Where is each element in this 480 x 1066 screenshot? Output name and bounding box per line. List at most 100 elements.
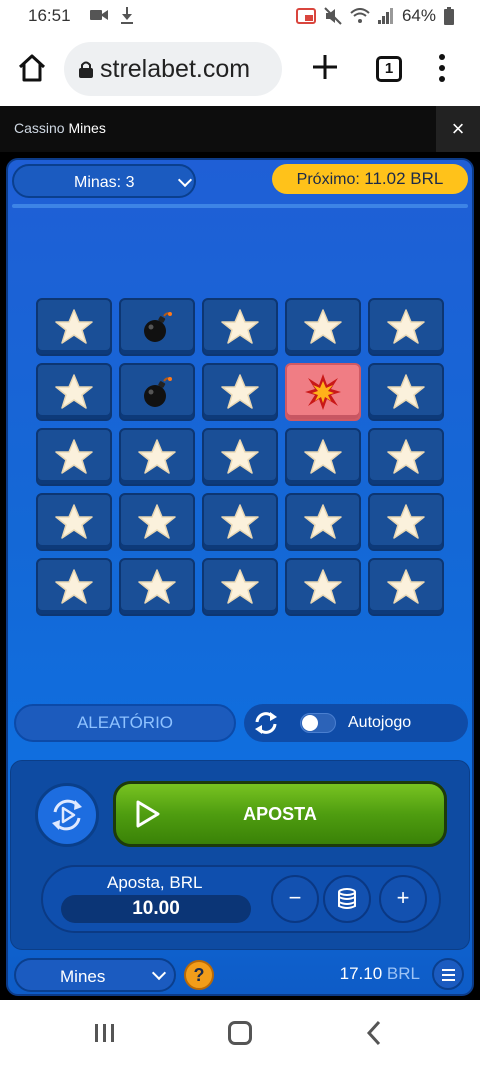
- mine-tile-star[interactable]: [368, 363, 444, 421]
- star-icon: [387, 374, 425, 409]
- mine-tile-star[interactable]: [368, 493, 444, 551]
- overflow-menu-icon[interactable]: [432, 52, 452, 84]
- game-menu-button[interactable]: [432, 958, 464, 990]
- game-select[interactable]: Mines: [14, 958, 176, 992]
- url-bar[interactable]: strelabet.com: [64, 42, 282, 96]
- stake-input[interactable]: 10.00: [61, 895, 251, 923]
- download-icon: [121, 7, 133, 24]
- android-nav-bar: [0, 1000, 480, 1066]
- bet-panel: APOSTA Aposta, BRL 10.00 − +: [10, 760, 470, 950]
- star-icon: [304, 504, 342, 539]
- star-icon: [55, 374, 93, 409]
- next-payout-badge: Próximo: 11.02 BRL: [272, 164, 468, 194]
- cast-icon: [295, 8, 316, 24]
- breadcrumb-section[interactable]: Cassino: [14, 120, 65, 136]
- close-button[interactable]: ×: [436, 106, 480, 152]
- autoplay-control: Autojogo: [244, 704, 468, 742]
- mine-tile-star[interactable]: [202, 298, 278, 356]
- status-left-icons: [90, 7, 134, 25]
- bet-button[interactable]: APOSTA: [113, 781, 447, 847]
- mine-tile-bomb[interactable]: [119, 298, 195, 356]
- star-icon: [55, 569, 93, 604]
- star-icon: [55, 504, 93, 539]
- play-icon: [136, 800, 160, 828]
- star-icon: [387, 504, 425, 539]
- mine-tile-star[interactable]: [119, 493, 195, 551]
- star-icon: [138, 439, 176, 474]
- browser-toolbar: strelabet.com 1: [0, 34, 480, 106]
- stake-control: Aposta, BRL 10.00 − +: [41, 865, 441, 933]
- mine-tile-star[interactable]: [36, 493, 112, 551]
- balance: 17.10 BRL: [340, 964, 420, 984]
- star-icon: [138, 504, 176, 539]
- coins-icon: [338, 888, 356, 909]
- mine-tile-star[interactable]: [36, 558, 112, 616]
- increase-stake-button[interactable]: +: [379, 875, 427, 923]
- star-icon: [387, 439, 425, 474]
- battery-icon: [444, 7, 454, 25]
- lock-icon: [79, 61, 93, 78]
- recents-icon[interactable]: [94, 1022, 116, 1044]
- repeat-bet-button[interactable]: [35, 783, 99, 847]
- mine-tile-star[interactable]: [202, 493, 278, 551]
- status-bar: 16:51 64%: [0, 0, 480, 34]
- explosion-icon: [305, 374, 341, 410]
- url-text: strelabet.com: [100, 55, 251, 83]
- mines-game: Minas: 3 Próximo: 11.02 BRL ALEATÓRIO Au…: [6, 158, 474, 996]
- balance-currency: BRL: [386, 964, 420, 983]
- mine-tile-star[interactable]: [119, 558, 195, 616]
- mines-count-label: Minas: 3: [74, 174, 135, 191]
- star-icon: [387, 309, 425, 344]
- mine-tile-star[interactable]: [36, 363, 112, 421]
- breadcrumb-game: Mines: [68, 120, 106, 136]
- bet-button-label: APOSTA: [243, 804, 317, 824]
- mines-count-select[interactable]: Minas: 3: [12, 164, 196, 198]
- new-tab-icon[interactable]: [308, 50, 342, 84]
- signal-icon: [377, 8, 393, 24]
- menu-line: [442, 979, 455, 981]
- star-icon: [221, 374, 259, 409]
- status-right: 64%: [295, 6, 454, 26]
- mines-grid: [36, 298, 446, 616]
- mine-tile-star[interactable]: [36, 298, 112, 356]
- mine-tile-explosion[interactable]: [285, 363, 361, 421]
- help-button[interactable]: ?: [184, 960, 214, 990]
- mine-tile-star[interactable]: [285, 298, 361, 356]
- next-payout-label: Próximo:: [296, 171, 360, 188]
- nav-home-icon[interactable]: [228, 1021, 252, 1045]
- wifi-icon: [350, 8, 370, 23]
- star-icon: [138, 569, 176, 604]
- tab-switcher-button[interactable]: 1: [376, 56, 402, 82]
- menu-line: [442, 969, 455, 971]
- mine-tile-star[interactable]: [285, 558, 361, 616]
- star-icon: [55, 439, 93, 474]
- mine-tile-star[interactable]: [368, 428, 444, 486]
- autoplay-toggle[interactable]: [300, 713, 336, 733]
- coins-preset-button[interactable]: [323, 875, 371, 923]
- divider: [12, 204, 468, 208]
- refresh-icon[interactable]: [252, 709, 280, 737]
- mine-tile-star[interactable]: [368, 558, 444, 616]
- breadcrumb: Cassino Mines: [14, 120, 106, 136]
- mine-tile-star[interactable]: [119, 428, 195, 486]
- star-icon: [221, 439, 259, 474]
- toggle-knob: [302, 715, 318, 731]
- home-icon[interactable]: [16, 52, 48, 84]
- mine-tile-star[interactable]: [202, 428, 278, 486]
- chevron-down-icon: [151, 965, 167, 981]
- star-icon: [387, 569, 425, 604]
- stake-label: Aposta, BRL: [107, 873, 203, 892]
- mine-tile-star[interactable]: [36, 428, 112, 486]
- decrease-stake-button[interactable]: −: [271, 875, 319, 923]
- mine-tile-star[interactable]: [202, 363, 278, 421]
- random-pick-button[interactable]: ALEATÓRIO: [14, 704, 236, 742]
- video-camera-icon: [90, 10, 108, 20]
- mine-tile-star[interactable]: [202, 558, 278, 616]
- mine-tile-star[interactable]: [368, 298, 444, 356]
- autoplay-label: Autojogo: [348, 714, 412, 731]
- mine-tile-star[interactable]: [285, 493, 361, 551]
- mine-tile-bomb[interactable]: [119, 363, 195, 421]
- menu-line: [442, 974, 455, 976]
- back-icon[interactable]: [366, 1020, 382, 1046]
- mine-tile-star[interactable]: [285, 428, 361, 486]
